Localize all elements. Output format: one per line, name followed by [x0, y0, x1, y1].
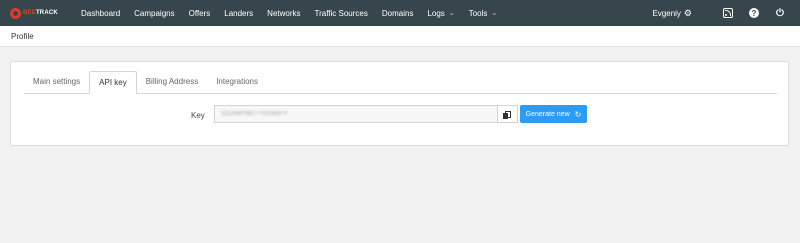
breadcrumb: Profile	[11, 31, 34, 41]
nav-traffic-sources[interactable]: Traffic Sources	[315, 9, 368, 18]
header-tools: Evgeniy ⚙ ? ⏻	[652, 0, 786, 26]
nav-dashboard[interactable]: Dashboard	[81, 9, 120, 18]
tab-integrations[interactable]: Integrations	[207, 71, 267, 93]
logout-button[interactable]: ⏻	[774, 7, 786, 19]
profile-card: Main settings API key Billing Address In…	[10, 61, 789, 146]
tab-api-key[interactable]: API key	[89, 71, 137, 94]
refresh-icon: ↻	[574, 109, 582, 119]
api-key-field[interactable]: S2LmbPNkt7TYvGNXFY	[214, 105, 498, 123]
rss-button[interactable]	[722, 7, 734, 19]
nav-campaigns[interactable]: Campaigns	[134, 9, 174, 18]
nav-logs[interactable]: Logs ⌄	[427, 9, 454, 18]
copy-key-button[interactable]	[498, 105, 518, 123]
nav-networks[interactable]: Networks	[267, 9, 300, 18]
tab-billing-address[interactable]: Billing Address	[137, 71, 207, 93]
api-key-row: Key S2LmbPNkt7TYvGNXFY Generate new ↻	[11, 105, 788, 125]
key-label: Key	[191, 111, 205, 120]
gear-icon: ⚙	[683, 7, 692, 18]
logo[interactable]: BEETRACK	[10, 7, 58, 19]
user-name: Evgeniy	[652, 8, 681, 18]
help-icon: ?	[749, 8, 759, 18]
tab-main-settings[interactable]: Main settings	[24, 71, 89, 93]
rss-icon	[723, 8, 733, 18]
nav-offers[interactable]: Offers	[189, 9, 211, 18]
copy-icon	[502, 110, 511, 119]
user-menu[interactable]: Evgeniy ⚙	[652, 8, 692, 19]
api-key-value: S2LmbPNkt7TYvGNXFY	[221, 111, 288, 117]
generate-new-button[interactable]: Generate new ↻	[520, 105, 587, 123]
power-icon: ⏻	[776, 7, 784, 19]
nav-landers[interactable]: Landers	[224, 9, 253, 18]
generate-new-label: Generate new	[525, 110, 570, 118]
chevron-down-icon: ⌄	[448, 10, 455, 17]
logo-icon	[10, 7, 21, 19]
breadcrumb-bar: Profile	[0, 26, 800, 47]
top-navbar: BEETRACK Dashboard Campaigns Offers Land…	[0, 0, 800, 26]
nav-domains[interactable]: Domains	[382, 9, 414, 18]
main-nav: Dashboard Campaigns Offers Landers Netwo…	[81, 0, 511, 26]
profile-tabs: Main settings API key Billing Address In…	[24, 71, 777, 94]
logo-text: BEETRACK	[23, 10, 58, 16]
nav-tools[interactable]: Tools ⌄	[469, 9, 498, 18]
help-button[interactable]: ?	[748, 7, 760, 19]
chevron-down-icon: ⌄	[491, 10, 498, 17]
